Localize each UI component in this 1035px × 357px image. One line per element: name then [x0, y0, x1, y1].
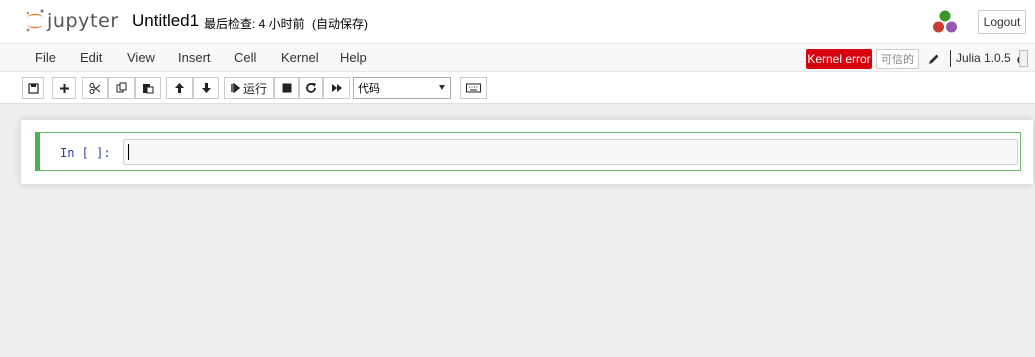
copy-icon [116, 82, 126, 93]
arrow-up-icon [175, 83, 184, 93]
paste-icon [143, 84, 154, 94]
menu-cell[interactable]: Cell [234, 50, 256, 65]
kernel-error-badge[interactable]: Kernel error [806, 49, 872, 69]
insert-cell-button[interactable] [52, 77, 76, 99]
menu-kernel[interactable]: Kernel [281, 50, 319, 65]
menu-file[interactable]: File [35, 50, 56, 65]
toolbar: 运行 代码 [0, 72, 1035, 104]
notebook-name[interactable]: Untitled1 [132, 11, 199, 31]
menu-help[interactable]: Help [340, 50, 367, 65]
restart-run-all-button[interactable] [323, 77, 350, 99]
interrupt-button[interactable] [274, 77, 299, 99]
cut-icon [89, 82, 101, 94]
move-up-button[interactable] [166, 77, 193, 99]
command-palette-button[interactable] [460, 77, 487, 99]
stop-icon [282, 83, 291, 93]
paste-button[interactable] [135, 77, 161, 99]
menubar: File Edit View Insert Cell Kernel Help K… [0, 43, 1035, 72]
keyboard-icon [466, 83, 481, 93]
jupyter-logo[interactable]: jupyter [24, 8, 119, 34]
menu-view[interactable]: View [127, 50, 155, 65]
menu-insert[interactable]: Insert [178, 50, 211, 65]
code-editor[interactable] [123, 139, 1018, 165]
cell-type-value: 代码 [358, 83, 380, 95]
kernel-name[interactable]: Julia 1.0.5 [950, 50, 1011, 67]
save-icon [27, 82, 39, 94]
run-label: 运行 [243, 81, 268, 96]
run-button[interactable]: 运行 [224, 77, 274, 99]
fast-forward-icon [331, 84, 342, 92]
chevron-down-icon [439, 85, 445, 90]
menu-edit[interactable]: Edit [80, 50, 102, 65]
pencil-icon[interactable] [927, 52, 941, 66]
input-prompt: In [ ]: [60, 146, 111, 160]
restart-button[interactable] [299, 77, 323, 99]
logout-button[interactable]: Logout [978, 10, 1026, 34]
text-cursor [128, 144, 129, 160]
code-cell[interactable]: In [ ]: [35, 132, 1021, 171]
checkpoint-status: 最后检查: 4 小时前 [204, 17, 305, 31]
restart-icon [306, 83, 316, 93]
cell-type-select[interactable]: 代码 [353, 77, 451, 99]
cut-button[interactable] [82, 77, 108, 99]
notebook-container: In [ ]: [21, 120, 1033, 184]
run-icon [231, 83, 240, 93]
copy-button[interactable] [108, 77, 135, 99]
julia-logo-icon [933, 10, 957, 33]
header: jupyter Untitled1 最后检查: 4 小时前 (自动保存) Log… [0, 0, 1035, 43]
scrollbar[interactable] [1019, 50, 1028, 67]
autosave-status: (自动保存) [312, 17, 368, 31]
arrow-down-icon [201, 83, 211, 93]
logo-text: jupyter [47, 10, 119, 32]
save-button[interactable] [22, 77, 44, 99]
plus-icon [59, 83, 69, 93]
move-down-button[interactable] [193, 77, 219, 99]
trusted-indicator[interactable]: 可信的 [876, 49, 919, 69]
jupyter-logo-icon [26, 9, 44, 32]
